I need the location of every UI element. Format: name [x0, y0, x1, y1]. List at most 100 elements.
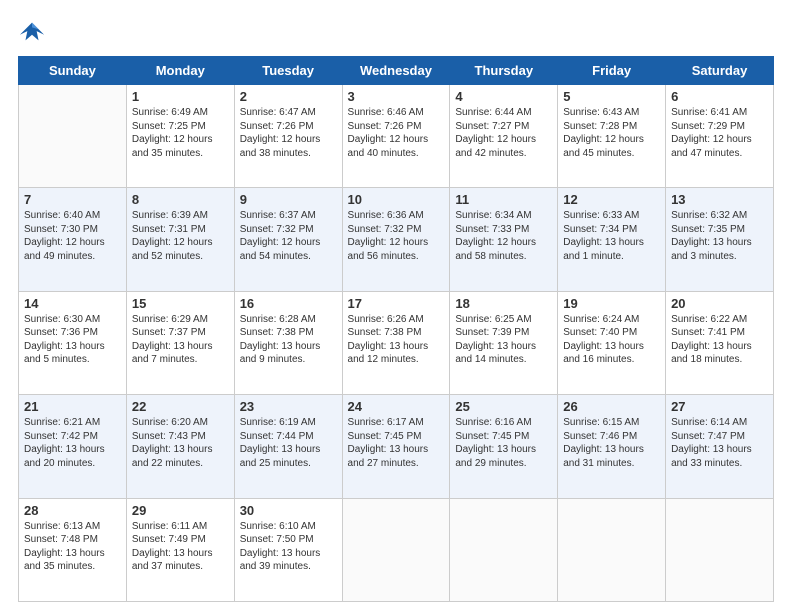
day-number: 2 [240, 89, 337, 104]
day-info: Sunrise: 6:17 AM Sunset: 7:45 PM Dayligh… [348, 416, 445, 470]
day-number: 22 [132, 399, 229, 414]
calendar-cell: 19 Sunrise: 6:24 AM Sunset: 7:40 PM Dayli… [558, 291, 666, 394]
calendar-cell: 30 Sunrise: 6:10 AM Sunset: 7:50 PM Dayli… [234, 498, 342, 601]
calendar-cell: 8 Sunrise: 6:39 AM Sunset: 7:31 PM Daylig… [126, 188, 234, 291]
weekday-header-sunday: Sunday [19, 57, 127, 85]
calendar-cell: 18 Sunrise: 6:25 AM Sunset: 7:39 PM Dayli… [450, 291, 558, 394]
calendar: SundayMondayTuesdayWednesdayThursdayFrid… [18, 56, 774, 602]
day-info: Sunrise: 6:16 AM Sunset: 7:45 PM Dayligh… [455, 416, 552, 470]
day-info: Sunrise: 6:13 AM Sunset: 7:48 PM Dayligh… [24, 520, 121, 574]
calendar-cell [342, 498, 450, 601]
calendar-cell: 1 Sunrise: 6:49 AM Sunset: 7:25 PM Daylig… [126, 85, 234, 188]
calendar-cell: 6 Sunrise: 6:41 AM Sunset: 7:29 PM Daylig… [666, 85, 774, 188]
day-info: Sunrise: 6:21 AM Sunset: 7:42 PM Dayligh… [24, 416, 121, 470]
weekday-header-tuesday: Tuesday [234, 57, 342, 85]
day-info: Sunrise: 6:25 AM Sunset: 7:39 PM Dayligh… [455, 313, 552, 367]
weekday-header-saturday: Saturday [666, 57, 774, 85]
page: SundayMondayTuesdayWednesdayThursdayFrid… [0, 0, 792, 612]
day-info: Sunrise: 6:40 AM Sunset: 7:30 PM Dayligh… [24, 209, 121, 263]
day-number: 3 [348, 89, 445, 104]
weekday-header-friday: Friday [558, 57, 666, 85]
day-info: Sunrise: 6:46 AM Sunset: 7:26 PM Dayligh… [348, 106, 445, 160]
week-row-5: 28Sunrise: 6:13 AM Sunset: 7:48 PM Dayli… [19, 498, 774, 601]
logo-icon [18, 18, 46, 46]
calendar-cell: 20 Sunrise: 6:22 AM Sunset: 7:41 PM Dayli… [666, 291, 774, 394]
day-number: 9 [240, 192, 337, 207]
day-info: Sunrise: 6:20 AM Sunset: 7:43 PM Dayligh… [132, 416, 229, 470]
day-number: 26 [563, 399, 660, 414]
day-info: Sunrise: 6:15 AM Sunset: 7:46 PM Dayligh… [563, 416, 660, 470]
day-number: 18 [455, 296, 552, 311]
weekday-header-wednesday: Wednesday [342, 57, 450, 85]
day-number: 27 [671, 399, 768, 414]
weekday-header-row: SundayMondayTuesdayWednesdayThursdayFrid… [19, 57, 774, 85]
day-info: Sunrise: 6:14 AM Sunset: 7:47 PM Dayligh… [671, 416, 768, 470]
day-number: 24 [348, 399, 445, 414]
day-info: Sunrise: 6:24 AM Sunset: 7:40 PM Dayligh… [563, 313, 660, 367]
day-number: 6 [671, 89, 768, 104]
week-row-4: 21 Sunrise: 6:21 AM Sunset: 7:42 PM Dayli… [19, 395, 774, 498]
day-number: 15 [132, 296, 229, 311]
day-info: Sunrise: 6:41 AM Sunset: 7:29 PM Dayligh… [671, 106, 768, 160]
day-number: 13 [671, 192, 768, 207]
calendar-cell: 14 Sunrise: 6:30 AM Sunset: 7:36 PM Dayli… [19, 291, 127, 394]
day-number: 8 [132, 192, 229, 207]
calendar-cell: 10 Sunrise: 6:36 AM Sunset: 7:32 PM Dayli… [342, 188, 450, 291]
calendar-cell: 21 Sunrise: 6:21 AM Sunset: 7:42 PM Dayli… [19, 395, 127, 498]
calendar-cell [558, 498, 666, 601]
calendar-cell: 17Sunrise: 6:26 AM Sunset: 7:38 PM Dayli… [342, 291, 450, 394]
day-number: 17 [348, 296, 445, 311]
day-number: 12 [563, 192, 660, 207]
day-info: Sunrise: 6:43 AM Sunset: 7:28 PM Dayligh… [563, 106, 660, 160]
day-number: 19 [563, 296, 660, 311]
day-info: Sunrise: 6:47 AM Sunset: 7:26 PM Dayligh… [240, 106, 337, 160]
calendar-cell: 12 Sunrise: 6:33 AM Sunset: 7:34 PM Dayli… [558, 188, 666, 291]
week-row-2: 7 Sunrise: 6:40 AM Sunset: 7:30 PM Daylig… [19, 188, 774, 291]
day-info: Sunrise: 6:28 AM Sunset: 7:38 PM Dayligh… [240, 313, 337, 367]
day-info: Sunrise: 6:44 AM Sunset: 7:27 PM Dayligh… [455, 106, 552, 160]
day-number: 20 [671, 296, 768, 311]
calendar-cell: 4Sunrise: 6:44 AM Sunset: 7:27 PM Daylig… [450, 85, 558, 188]
calendar-cell: 9 Sunrise: 6:37 AM Sunset: 7:32 PM Daylig… [234, 188, 342, 291]
weekday-header-thursday: Thursday [450, 57, 558, 85]
calendar-cell: 27 Sunrise: 6:14 AM Sunset: 7:47 PM Dayli… [666, 395, 774, 498]
day-info: Sunrise: 6:22 AM Sunset: 7:41 PM Dayligh… [671, 313, 768, 367]
week-row-3: 14 Sunrise: 6:30 AM Sunset: 7:36 PM Dayli… [19, 291, 774, 394]
day-info: Sunrise: 6:36 AM Sunset: 7:32 PM Dayligh… [348, 209, 445, 263]
calendar-cell: 29 Sunrise: 6:11 AM Sunset: 7:49 PM Dayli… [126, 498, 234, 601]
day-info: Sunrise: 6:11 AM Sunset: 7:49 PM Dayligh… [132, 520, 229, 574]
day-number: 11 [455, 192, 552, 207]
day-number: 21 [24, 399, 121, 414]
calendar-cell: 16Sunrise: 6:28 AM Sunset: 7:38 PM Dayli… [234, 291, 342, 394]
calendar-cell: 26 Sunrise: 6:15 AM Sunset: 7:46 PM Dayli… [558, 395, 666, 498]
day-number: 25 [455, 399, 552, 414]
day-number: 29 [132, 503, 229, 518]
calendar-cell: 7 Sunrise: 6:40 AM Sunset: 7:30 PM Daylig… [19, 188, 127, 291]
logo [18, 18, 48, 46]
day-info: Sunrise: 6:37 AM Sunset: 7:32 PM Dayligh… [240, 209, 337, 263]
calendar-cell: 22 Sunrise: 6:20 AM Sunset: 7:43 PM Dayli… [126, 395, 234, 498]
week-row-1: 1 Sunrise: 6:49 AM Sunset: 7:25 PM Daylig… [19, 85, 774, 188]
day-info: Sunrise: 6:49 AM Sunset: 7:25 PM Dayligh… [132, 106, 229, 160]
calendar-cell: 23Sunrise: 6:19 AM Sunset: 7:44 PM Dayli… [234, 395, 342, 498]
calendar-cell [19, 85, 127, 188]
calendar-cell: 15 Sunrise: 6:29 AM Sunset: 7:37 PM Dayli… [126, 291, 234, 394]
day-info: Sunrise: 6:10 AM Sunset: 7:50 PM Dayligh… [240, 520, 337, 574]
day-number: 1 [132, 89, 229, 104]
calendar-cell: 3 Sunrise: 6:46 AM Sunset: 7:26 PM Daylig… [342, 85, 450, 188]
calendar-cell: 11Sunrise: 6:34 AM Sunset: 7:33 PM Dayli… [450, 188, 558, 291]
calendar-cell: 2 Sunrise: 6:47 AM Sunset: 7:26 PM Daylig… [234, 85, 342, 188]
day-number: 14 [24, 296, 121, 311]
day-number: 23 [240, 399, 337, 414]
day-number: 10 [348, 192, 445, 207]
day-info: Sunrise: 6:33 AM Sunset: 7:34 PM Dayligh… [563, 209, 660, 263]
day-number: 30 [240, 503, 337, 518]
calendar-cell [450, 498, 558, 601]
day-number: 5 [563, 89, 660, 104]
day-info: Sunrise: 6:29 AM Sunset: 7:37 PM Dayligh… [132, 313, 229, 367]
header [18, 18, 774, 46]
day-info: Sunrise: 6:30 AM Sunset: 7:36 PM Dayligh… [24, 313, 121, 367]
day-number: 7 [24, 192, 121, 207]
calendar-cell [666, 498, 774, 601]
day-info: Sunrise: 6:39 AM Sunset: 7:31 PM Dayligh… [132, 209, 229, 263]
